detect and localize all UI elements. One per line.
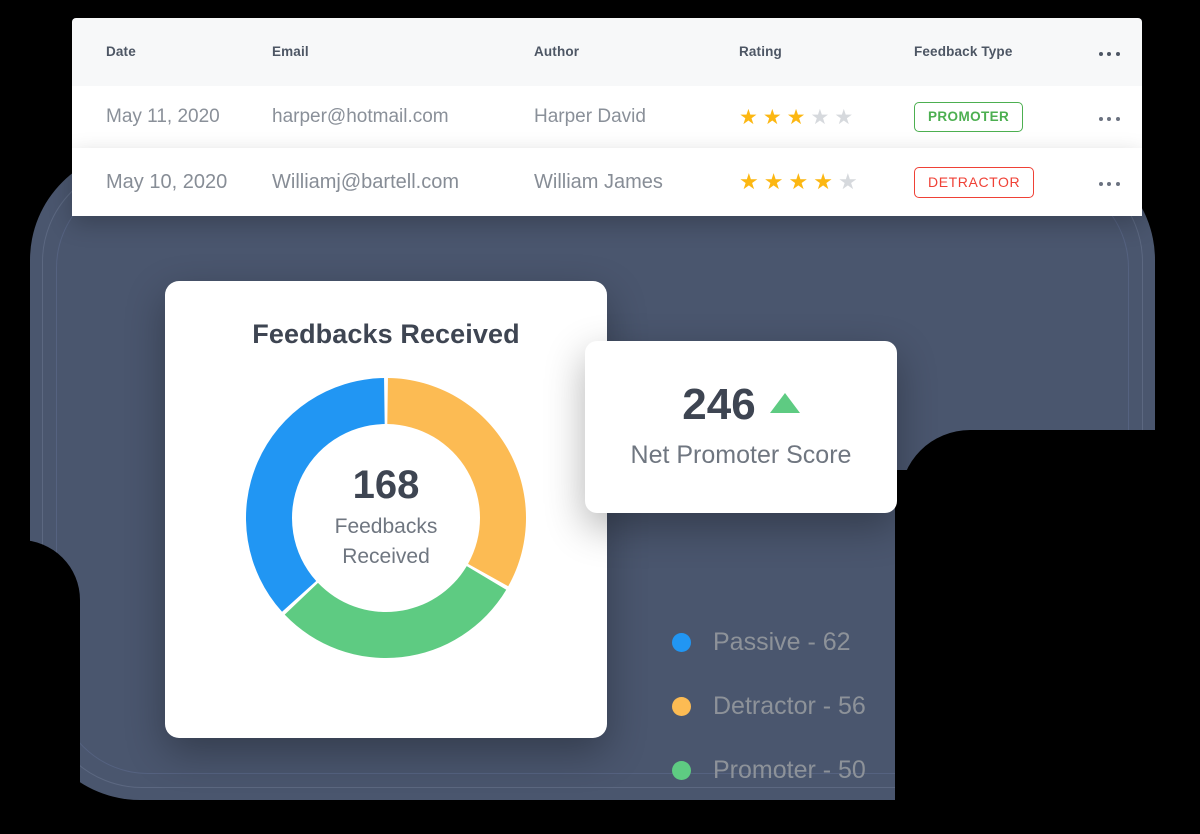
star-filled-icon[interactable]: ★ (739, 107, 758, 128)
feedback-table: Date Email Author Rating Feedback Type M… (72, 18, 1142, 216)
legend-color-swatch-detractor (672, 696, 691, 716)
legend-label: Detractor - 56 (713, 691, 866, 720)
column-header-date[interactable]: Date (72, 43, 272, 61)
star-filled-icon[interactable]: ★ (764, 171, 784, 193)
status-badge: PROMOTER (914, 102, 1024, 132)
legend-color-swatch-passive (672, 632, 691, 652)
donut-chart: 168 Feedbacks Received (236, 368, 536, 668)
column-header-rating[interactable]: Rating (739, 43, 914, 61)
star-empty-icon[interactable]: ★ (834, 107, 853, 128)
legend-item[interactable]: Passive - 62 (672, 610, 866, 674)
legend-item[interactable]: Promoter - 50 (672, 738, 866, 802)
cell-rating[interactable]: ★ ★ ★ ★ ★ (739, 171, 914, 193)
backdrop-notch-secondary (895, 470, 1200, 834)
cell-date: May 10, 2020 (106, 170, 228, 193)
star-filled-icon[interactable]: ★ (763, 107, 782, 128)
cell-date: May 11, 2020 (106, 106, 220, 127)
star-empty-icon[interactable]: ★ (810, 107, 829, 128)
rating-stars[interactable]: ★ ★ ★ ★ ★ (739, 171, 914, 193)
nps-value: 246 (682, 380, 756, 429)
legend-label: Promoter - 50 (713, 755, 866, 784)
card-title: Feedbacks Received (252, 319, 520, 349)
cell-author: Harper David (534, 106, 646, 127)
trend-up-icon (769, 393, 800, 413)
cell-email: harper@hotmail.com (272, 106, 449, 127)
table-header-row: Date Email Author Rating Feedback Type (72, 18, 1142, 86)
cell-rating[interactable]: ★ ★ ★ ★ ★ (739, 107, 914, 128)
legend-label: Passive - 62 (713, 627, 851, 656)
table-row[interactable]: May 10, 2020 Williamj@bartell.com Willia… (72, 148, 1142, 216)
backdrop-left-cut (0, 540, 80, 834)
column-header-feedback-type[interactable]: Feedback Type (914, 43, 1079, 61)
column-header-author[interactable]: Author (534, 43, 739, 61)
star-filled-icon[interactable]: ★ (813, 171, 833, 193)
legend-color-swatch-promoter (672, 760, 691, 780)
star-empty-icon[interactable]: ★ (838, 171, 858, 193)
rating-stars[interactable]: ★ ★ ★ ★ ★ (739, 107, 914, 128)
table-row[interactable]: May 11, 2020 harper@hotmail.com Harper D… (72, 86, 1142, 148)
cell-feedback-type: PROMOTER (914, 102, 1079, 132)
star-filled-icon[interactable]: ★ (787, 107, 806, 128)
column-header-email[interactable]: Email (272, 43, 534, 61)
cell-row-menu[interactable] (1079, 173, 1139, 191)
ellipsis-icon[interactable] (1098, 182, 1120, 186)
star-filled-icon[interactable]: ★ (739, 171, 759, 193)
cell-feedback-type: DETRACTOR (914, 166, 1079, 198)
donut-slice-passive[interactable] (245, 378, 385, 612)
cell-email: Williamj@bartell.com (272, 170, 459, 193)
ellipsis-icon[interactable] (1098, 52, 1120, 56)
cell-author: William James (534, 170, 663, 193)
chart-legend: Passive - 62 Detractor - 56 Promoter - 5… (672, 610, 866, 802)
feedbacks-received-card: Feedbacks Received 168 Feedbacks Receive… (165, 281, 607, 738)
ellipsis-icon[interactable] (1098, 117, 1120, 121)
cell-row-menu[interactable] (1079, 108, 1139, 126)
star-filled-icon[interactable]: ★ (788, 171, 808, 193)
dashboard-illustration: Date Email Author Rating Feedback Type M… (0, 0, 1200, 834)
status-badge: DETRACTOR (914, 166, 1035, 198)
donut-chart-svg (245, 378, 527, 659)
donut-slice-promoter[interactable] (284, 566, 507, 659)
donut-slice-detractor[interactable] (387, 378, 527, 587)
nps-caption: Net Promoter Score (630, 441, 852, 469)
column-header-more[interactable] (1079, 43, 1139, 61)
net-promoter-score-card: 246 Net Promoter Score (585, 341, 897, 513)
nps-value-row: 246 (585, 383, 897, 427)
legend-item[interactable]: Detractor - 56 (672, 674, 866, 738)
